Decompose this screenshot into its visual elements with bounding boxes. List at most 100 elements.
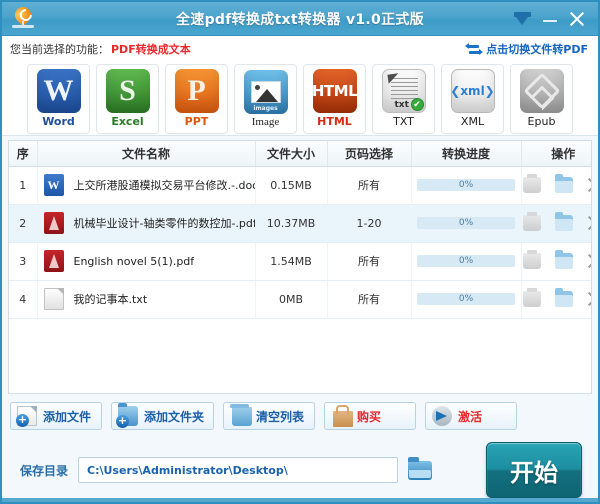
excel-glyph: S [119,76,136,106]
format-button-html[interactable]: HTML HTML [303,64,366,134]
doc-file-icon: W [44,174,64,196]
add-folder-button[interactable]: + 添加文件夹 [111,402,214,430]
window-controls [514,11,598,27]
browse-folder-icon[interactable] [408,461,432,480]
bottom-accent-strip [2,498,598,502]
open-folder-icon[interactable] [555,291,573,307]
progress-bar: 0% [417,255,515,267]
remove-row-icon[interactable] [587,177,592,193]
format-button-excel[interactable]: S Excel [96,64,159,134]
open-folder-icon[interactable] [555,253,573,269]
start-button-label: 开始 [510,453,558,488]
add-file-button[interactable]: + 添加文件 [10,402,102,430]
arrow-right-icon [432,406,452,426]
shopping-bag-icon [333,411,353,427]
print-icon[interactable] [523,291,541,307]
word-format-icon: W [37,69,81,113]
row-index: 2 [9,204,37,242]
row-filesize: 10.37MB [255,204,327,242]
print-icon[interactable] [523,177,541,193]
clear-list-button[interactable]: 清空列表 [223,402,315,430]
save-directory-bar: 保存目录 C:\Users\Administrator\Desktop\ 开始 [2,438,598,502]
row-pages[interactable]: 1-20 [327,204,411,242]
header-ops: 操作 [521,141,592,166]
start-button[interactable]: 开始 [486,442,582,498]
activate-label: 激活 [458,408,482,425]
word-glyph: W [44,76,74,106]
row-progress-cell: 0% [411,204,521,242]
activate-button[interactable]: 激活 [425,402,517,430]
row-ops-cell [521,242,592,280]
format-button-ppt[interactable]: P PPT [165,64,228,134]
row-progress-cell: 0% [411,242,521,280]
txt-format-icon: txt ✔ [382,69,426,113]
row-progress-cell: 0% [411,166,521,204]
title-bar: 全速pdf转换成txt转换器 v1.0正式版 [2,2,598,36]
format-button-xml[interactable]: ❮xml❯ XML [441,64,504,134]
current-function-value: PDF转换成文本 [111,41,191,57]
print-icon[interactable] [523,253,541,269]
row-filesize: 1.54MB [255,242,327,280]
row-index: 3 [9,242,37,280]
progress-bar: 0% [417,179,515,191]
table-row[interactable]: 2 机械毕业设计-轴类零件的数控加-.pdf 10.37MB 1-20 0% [9,204,592,242]
function-subheader: 您当前选择的功能： PDF转换成文本 点击切换文件转PDF [2,36,598,62]
row-filename-cell: 我的记事本.txt [37,280,255,318]
table-row[interactable]: 4 我的记事本.txt 0MB 所有 0% [9,280,592,318]
format-button-txt[interactable]: txt ✔ TXT [372,64,435,134]
format-label-epub: Epub [528,115,556,128]
row-filename: 我的记事本.txt [74,291,148,307]
buy-button[interactable]: 购买 [324,402,416,430]
xml-glyph: ❮xml❯ [450,84,494,98]
row-filesize: 0MB [255,280,327,318]
ppt-glyph: P [187,76,205,106]
remove-row-icon[interactable] [587,253,592,269]
txt-file-icon [44,288,64,310]
trash-icon [232,407,252,426]
row-pages[interactable]: 所有 [327,242,411,280]
save-path-input[interactable]: C:\Users\Administrator\Desktop\ [78,457,398,483]
format-label-word: Word [42,115,75,128]
remove-row-icon[interactable] [587,291,592,307]
print-icon[interactable] [523,215,541,231]
switch-mode-link[interactable]: 点击切换文件转PDF [466,41,588,57]
open-folder-icon[interactable] [555,215,573,231]
format-button-word[interactable]: W Word [27,64,90,134]
xml-format-icon: ❮xml❯ [451,69,495,113]
save-path-value: C:\Users\Administrator\Desktop\ [87,464,288,477]
row-pages[interactable]: 所有 [327,166,411,204]
epub-format-icon [520,69,564,113]
file-list-table: 序 文件名称 文件大小 页码选择 转换进度 操作 1 W 上交所港股通模拟交易平… [8,140,592,394]
row-progress-cell: 0% [411,280,521,318]
row-filename: English novel 5(1).pdf [74,255,195,268]
header-filename: 文件名称 [37,141,255,166]
image-glyph: images [253,105,277,112]
current-function-label: 您当前选择的功能： [10,41,109,57]
txt-glyph: txt [395,100,409,110]
progress-label: 0% [417,179,515,191]
row-ops-cell [521,280,592,318]
minimize-icon[interactable] [543,12,557,26]
table-row[interactable]: 1 W 上交所港股通模拟交易平台修改.-.doc 0.15MB 所有 0% [9,166,592,204]
remove-row-icon[interactable] [587,215,592,231]
save-directory-label: 保存目录 [20,462,68,479]
format-label-excel: Excel [111,115,143,128]
excel-format-icon: S [106,69,150,113]
open-folder-icon[interactable] [555,177,573,193]
html-format-icon: HTML [313,69,357,113]
row-filename-cell: W 上交所港股通模拟交易平台修改.-.doc [37,166,255,204]
add-file-icon: + [17,406,37,426]
buy-label: 购买 [357,408,381,425]
table-header-row: 序 文件名称 文件大小 页码选择 转换进度 操作 [9,141,592,166]
progress-label: 0% [417,293,515,305]
table-row[interactable]: 3 English novel 5(1).pdf 1.54MB 所有 0% [9,242,592,280]
pdf-file-icon [44,250,64,272]
row-ops-cell [521,166,592,204]
image-format-icon: images [244,70,288,114]
format-button-image[interactable]: images Image [234,64,297,134]
format-button-epub[interactable]: Epub [510,64,573,134]
close-icon[interactable] [569,11,585,27]
switch-mode-label: 点击切换文件转PDF [486,41,588,57]
row-pages[interactable]: 所有 [327,280,411,318]
menu-dropdown-icon[interactable] [514,11,531,27]
